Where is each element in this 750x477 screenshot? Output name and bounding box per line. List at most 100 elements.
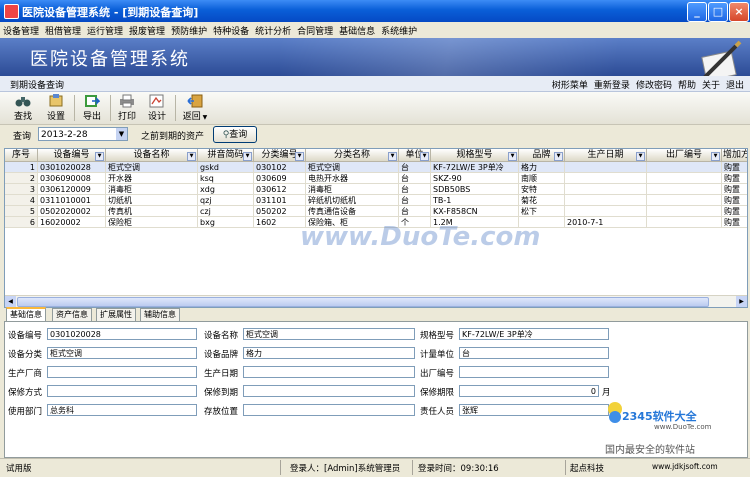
column-header-label: 增加方 <box>722 150 748 160</box>
table-cell <box>647 184 722 195</box>
column-header-label: 分类编号 <box>261 150 298 160</box>
filter-dropdown-icon[interactable]: ▼ <box>187 152 196 161</box>
menu-item-basic[interactable]: 基础信息 <box>336 22 378 37</box>
menu-item-stats[interactable]: 统计分析 <box>252 22 294 37</box>
column-header-unit[interactable]: 单位 ▼ <box>399 149 431 162</box>
filter-dropdown-icon[interactable]: ▼ <box>388 152 397 161</box>
column-header-cat-code[interactable]: 分类编号 ▼ <box>254 149 306 162</box>
table-row[interactable]: 5 0502020002 传真机 czj 050202 传真通信设备台 KX-F858CN 松… <box>5 206 747 217</box>
design-button[interactable]: 设计 <box>144 93 170 123</box>
filter-dropdown-icon[interactable]: ▼ <box>243 152 252 161</box>
brand-label: 设备品牌 <box>204 350 239 360</box>
filter-dropdown-icon[interactable]: ▼ <box>95 152 104 161</box>
menu-item-lease[interactable]: 租借管理 <box>42 22 84 37</box>
tab-asset-info[interactable]: 资产信息 <box>52 308 92 321</box>
table-cell: czj <box>198 206 254 217</box>
name-field[interactable]: 柜式空调 <box>243 328 415 340</box>
scroll-right-icon[interactable]: ▶ <box>736 296 747 307</box>
column-header-name[interactable]: 设备名称 ▼ <box>106 149 198 162</box>
column-header-serial[interactable]: 出厂编号 ▼ <box>647 149 722 162</box>
help-link[interactable]: 帮助 <box>678 81 696 91</box>
spec-field[interactable]: KF-72LW/E 3P单冷 <box>459 328 609 340</box>
column-header-label: 品牌 <box>532 150 551 160</box>
column-header-label: 规格型号 <box>456 150 493 160</box>
tree-menu-link[interactable]: 树形菜单 <box>552 81 588 91</box>
warranty-type-label: 保修方式 <box>8 388 43 398</box>
filter-dropdown-icon[interactable]: ▼ <box>554 152 563 161</box>
table-cell <box>565 184 647 195</box>
table-cell: 保险柜 <box>106 217 198 228</box>
tab-auxiliary-info[interactable]: 辅助信息 <box>140 308 180 321</box>
relogin-link[interactable]: 重新登录 <box>594 81 630 91</box>
column-header-label: 设备编号 <box>53 150 90 160</box>
unit-label: 计量单位 <box>420 350 455 360</box>
query-button[interactable]: ⚲查询 <box>213 126 257 143</box>
about-link[interactable]: 关于 <box>702 81 720 91</box>
find-button[interactable]: 查找 <box>10 93 36 123</box>
table-cell: 购置 <box>722 162 747 173</box>
column-header-seq[interactable]: 序号 <box>5 149 38 162</box>
scroll-left-icon[interactable]: ◀ <box>5 296 16 307</box>
horizontal-scrollbar[interactable]: ◀ ▶ <box>5 295 747 307</box>
column-header-mfg-date[interactable]: 生产日期 ▼ <box>565 149 647 162</box>
mfg-date-field[interactable] <box>243 366 415 378</box>
warranty-end-field[interactable] <box>243 385 415 397</box>
column-header-code[interactable]: 设备编号 ▼ <box>38 149 106 162</box>
filter-dropdown-icon[interactable]: ▼ <box>295 152 304 161</box>
query-label: 查询 <box>13 132 32 142</box>
chevron-down-icon[interactable]: ▼ <box>201 114 208 121</box>
menu-item-contract[interactable]: 合同管理 <box>294 22 336 37</box>
maximize-button[interactable]: □ <box>708 2 728 22</box>
minimize-button[interactable]: _ <box>687 2 707 22</box>
change-password-link[interactable]: 修改密码 <box>636 81 672 91</box>
filter-dropdown-icon[interactable]: ▼ <box>636 152 645 161</box>
watermark-brand: 2345软件大全 <box>622 410 697 423</box>
brand-field[interactable]: 格力 <box>243 347 415 359</box>
department-field[interactable]: 总务科 <box>47 404 197 416</box>
menu-item-system[interactable]: 系统维护 <box>378 22 420 37</box>
filter-dropdown-icon[interactable]: ▼ <box>711 152 720 161</box>
column-header-pinyin[interactable]: 拼音简码 ▼ <box>198 149 254 162</box>
warranty-type-field[interactable] <box>47 385 197 397</box>
date-picker[interactable]: 2013-2-28 ▼ <box>38 127 128 141</box>
table-row[interactable]: 1 0301020028 柜式空调 gskd 030102 柜式空调台 KF-72LW/E … <box>5 162 747 173</box>
serial-field[interactable] <box>459 366 609 378</box>
category-field[interactable]: 柜式空调 <box>47 347 197 359</box>
table-row[interactable]: 2 0306090008 开水器 ksq 030609 电热开水器台 SKZ-90 南顺 购置 <box>5 173 747 184</box>
chevron-down-icon[interactable]: ▼ <box>116 128 127 140</box>
back-button[interactable]: 返回 ▼ <box>180 93 210 123</box>
column-header-cat-name[interactable]: 分类名称 ▼ <box>306 149 399 162</box>
column-header-brand[interactable]: 品牌 ▼ <box>519 149 565 162</box>
unit-field[interactable]: 台 <box>459 347 609 359</box>
column-header-label: 生产日期 <box>587 150 624 160</box>
menu-item-device[interactable]: 设备管理 <box>0 22 42 37</box>
design-icon <box>149 94 164 108</box>
menu-item-maintenance[interactable]: 预防维护 <box>168 22 210 37</box>
column-header-add[interactable]: 增加方 <box>722 149 748 162</box>
filter-dropdown-icon[interactable]: ▼ <box>508 152 517 161</box>
maker-field[interactable] <box>47 366 197 378</box>
table-cell: 格力 <box>519 162 565 173</box>
location-field[interactable] <box>243 404 415 416</box>
table-cell: 4 <box>5 195 38 206</box>
column-header-spec[interactable]: 规格型号 ▼ <box>431 149 519 162</box>
table-cell: 松下 <box>519 206 565 217</box>
tab-extended-attributes[interactable]: 扩展属性 <box>96 308 136 321</box>
table-row[interactable]: 3 0306120009 消毒柜 xdg 030612 消毒柜台 SDB50BS 安特 购置 <box>5 184 747 195</box>
close-button[interactable]: × <box>729 2 749 22</box>
tab-basic-info[interactable]: 基础信息 <box>6 307 46 322</box>
settings-button[interactable]: 设置 <box>43 93 69 123</box>
menu-item-special[interactable]: 特种设备 <box>210 22 252 37</box>
print-button[interactable]: 打印 <box>114 93 140 123</box>
menu-item-scrap[interactable]: 报废管理 <box>126 22 168 37</box>
exit-link[interactable]: 退出 <box>726 81 744 91</box>
table-row[interactable]: 4 0311010001 切纸机 qzj 031101 碎纸机切纸机台 TB-1 菊花 购置 <box>5 195 747 206</box>
warranty-period-field[interactable]: 0 <box>459 385 599 397</box>
scrollbar-thumb[interactable] <box>17 297 709 307</box>
export-button[interactable]: 导出 <box>79 93 105 123</box>
filter-dropdown-icon[interactable]: ▼ <box>420 152 429 161</box>
code-field[interactable]: 0301020028 <box>47 328 197 340</box>
menu-item-operation[interactable]: 运行管理 <box>84 22 126 37</box>
owner-field[interactable]: 张辉 <box>459 404 609 416</box>
warranty-end-label: 保修到期 <box>204 388 239 398</box>
